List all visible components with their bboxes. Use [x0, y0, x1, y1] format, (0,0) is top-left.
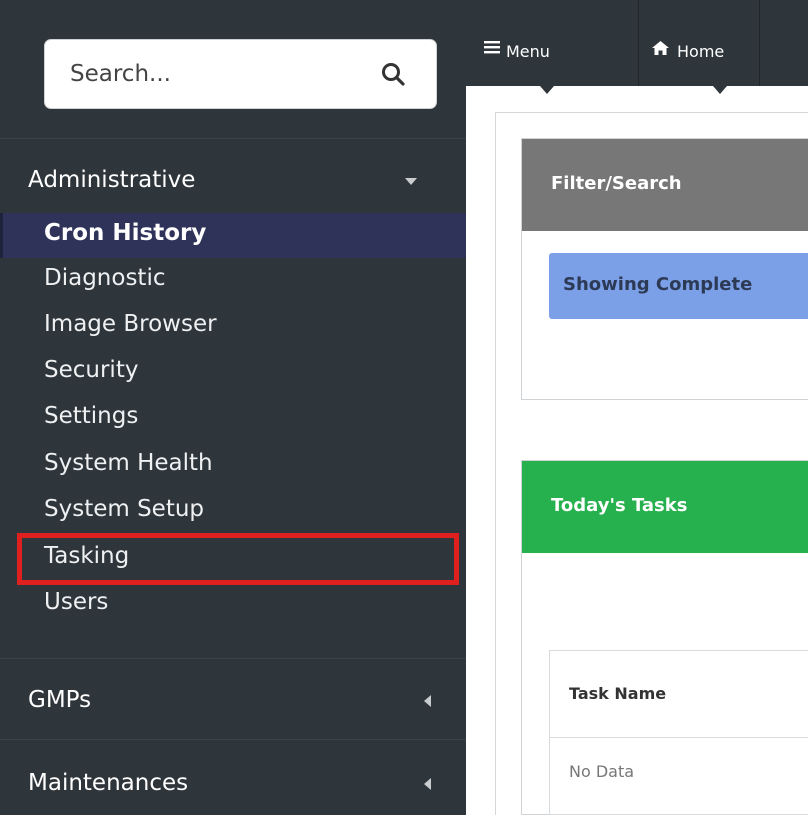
status-text: Showing Complete: [563, 274, 753, 295]
sidebar-item-label: Image Browser: [44, 311, 217, 337]
sidebar-divider: [0, 658, 466, 659]
sidebar-item-security[interactable]: Security: [0, 350, 466, 395]
column-header-label: Task Name: [569, 684, 667, 703]
sidebar-item-system-health[interactable]: System Health: [0, 443, 466, 488]
filter-panel-title: Filter/Search: [551, 173, 682, 194]
empty-table-text: No Data: [569, 762, 635, 781]
menu-button[interactable]: Menu: [466, 0, 638, 86]
nav-separator: [759, 0, 760, 86]
sidebar-item-users[interactable]: Users: [0, 582, 466, 627]
home-icon: [652, 41, 669, 55]
sidebar-group-maintenances[interactable]: Maintenances: [0, 760, 466, 810]
search-input[interactable]: [45, 40, 365, 108]
hamburger-icon: [484, 41, 500, 54]
tasks-table: Task Name No Data: [549, 650, 808, 815]
sidebar-item-image-browser[interactable]: Image Browser: [0, 304, 466, 349]
nav-pointer-icon: [540, 86, 554, 94]
tasks-panel-title: Today's Tasks: [551, 495, 688, 516]
filter-panel-header[interactable]: Filter/Search: [522, 139, 808, 231]
table-row: No Data: [550, 738, 808, 814]
sidebar-item-label: Cron History: [44, 220, 207, 246]
home-button[interactable]: Home: [639, 0, 759, 86]
sidebar-group-label: GMPs: [28, 687, 92, 713]
caret-down-icon: [405, 178, 417, 185]
caret-left-icon: [424, 778, 431, 790]
table-header-task-name[interactable]: Task Name: [550, 651, 808, 738]
sidebar-item-label: Users: [44, 589, 109, 615]
sidebar: Administrative Cron History Diagnostic I…: [0, 0, 466, 815]
sidebar-item-cron-history[interactable]: Cron History: [0, 213, 466, 258]
status-indicator: Showing Complete: [549, 253, 808, 319]
menu-button-label: Menu: [506, 42, 550, 61]
sidebar-item-label: Diagnostic: [44, 265, 166, 291]
sidebar-item-label: Tasking: [44, 543, 130, 569]
sidebar-group-administrative[interactable]: Administrative: [0, 157, 466, 207]
sidebar-item-label: Settings: [44, 403, 139, 429]
search-icon[interactable]: [380, 61, 406, 87]
sidebar-item-label: System Health: [44, 450, 213, 476]
top-nav: Menu Home: [466, 0, 808, 86]
sidebar-item-diagnostic[interactable]: Diagnostic: [0, 258, 466, 303]
sidebar-group-label: Maintenances: [28, 770, 189, 796]
sidebar-divider: [0, 138, 466, 139]
sidebar-item-label: System Setup: [44, 496, 205, 522]
sidebar-item-label: Security: [44, 357, 139, 383]
nav-pointer-icon: [713, 86, 727, 94]
sidebar-group-label: Administrative: [28, 167, 196, 193]
sidebar-group-gmps[interactable]: GMPs: [0, 677, 466, 727]
sidebar-item-tasking[interactable]: Tasking: [0, 536, 466, 581]
tasks-panel-header[interactable]: Today's Tasks: [522, 461, 808, 553]
home-button-label: Home: [677, 42, 725, 61]
sidebar-divider: [0, 739, 466, 740]
search-box: [44, 39, 437, 109]
sidebar-item-system-setup[interactable]: System Setup: [0, 489, 466, 534]
sidebar-item-settings[interactable]: Settings: [0, 396, 466, 441]
caret-left-icon: [424, 695, 431, 707]
